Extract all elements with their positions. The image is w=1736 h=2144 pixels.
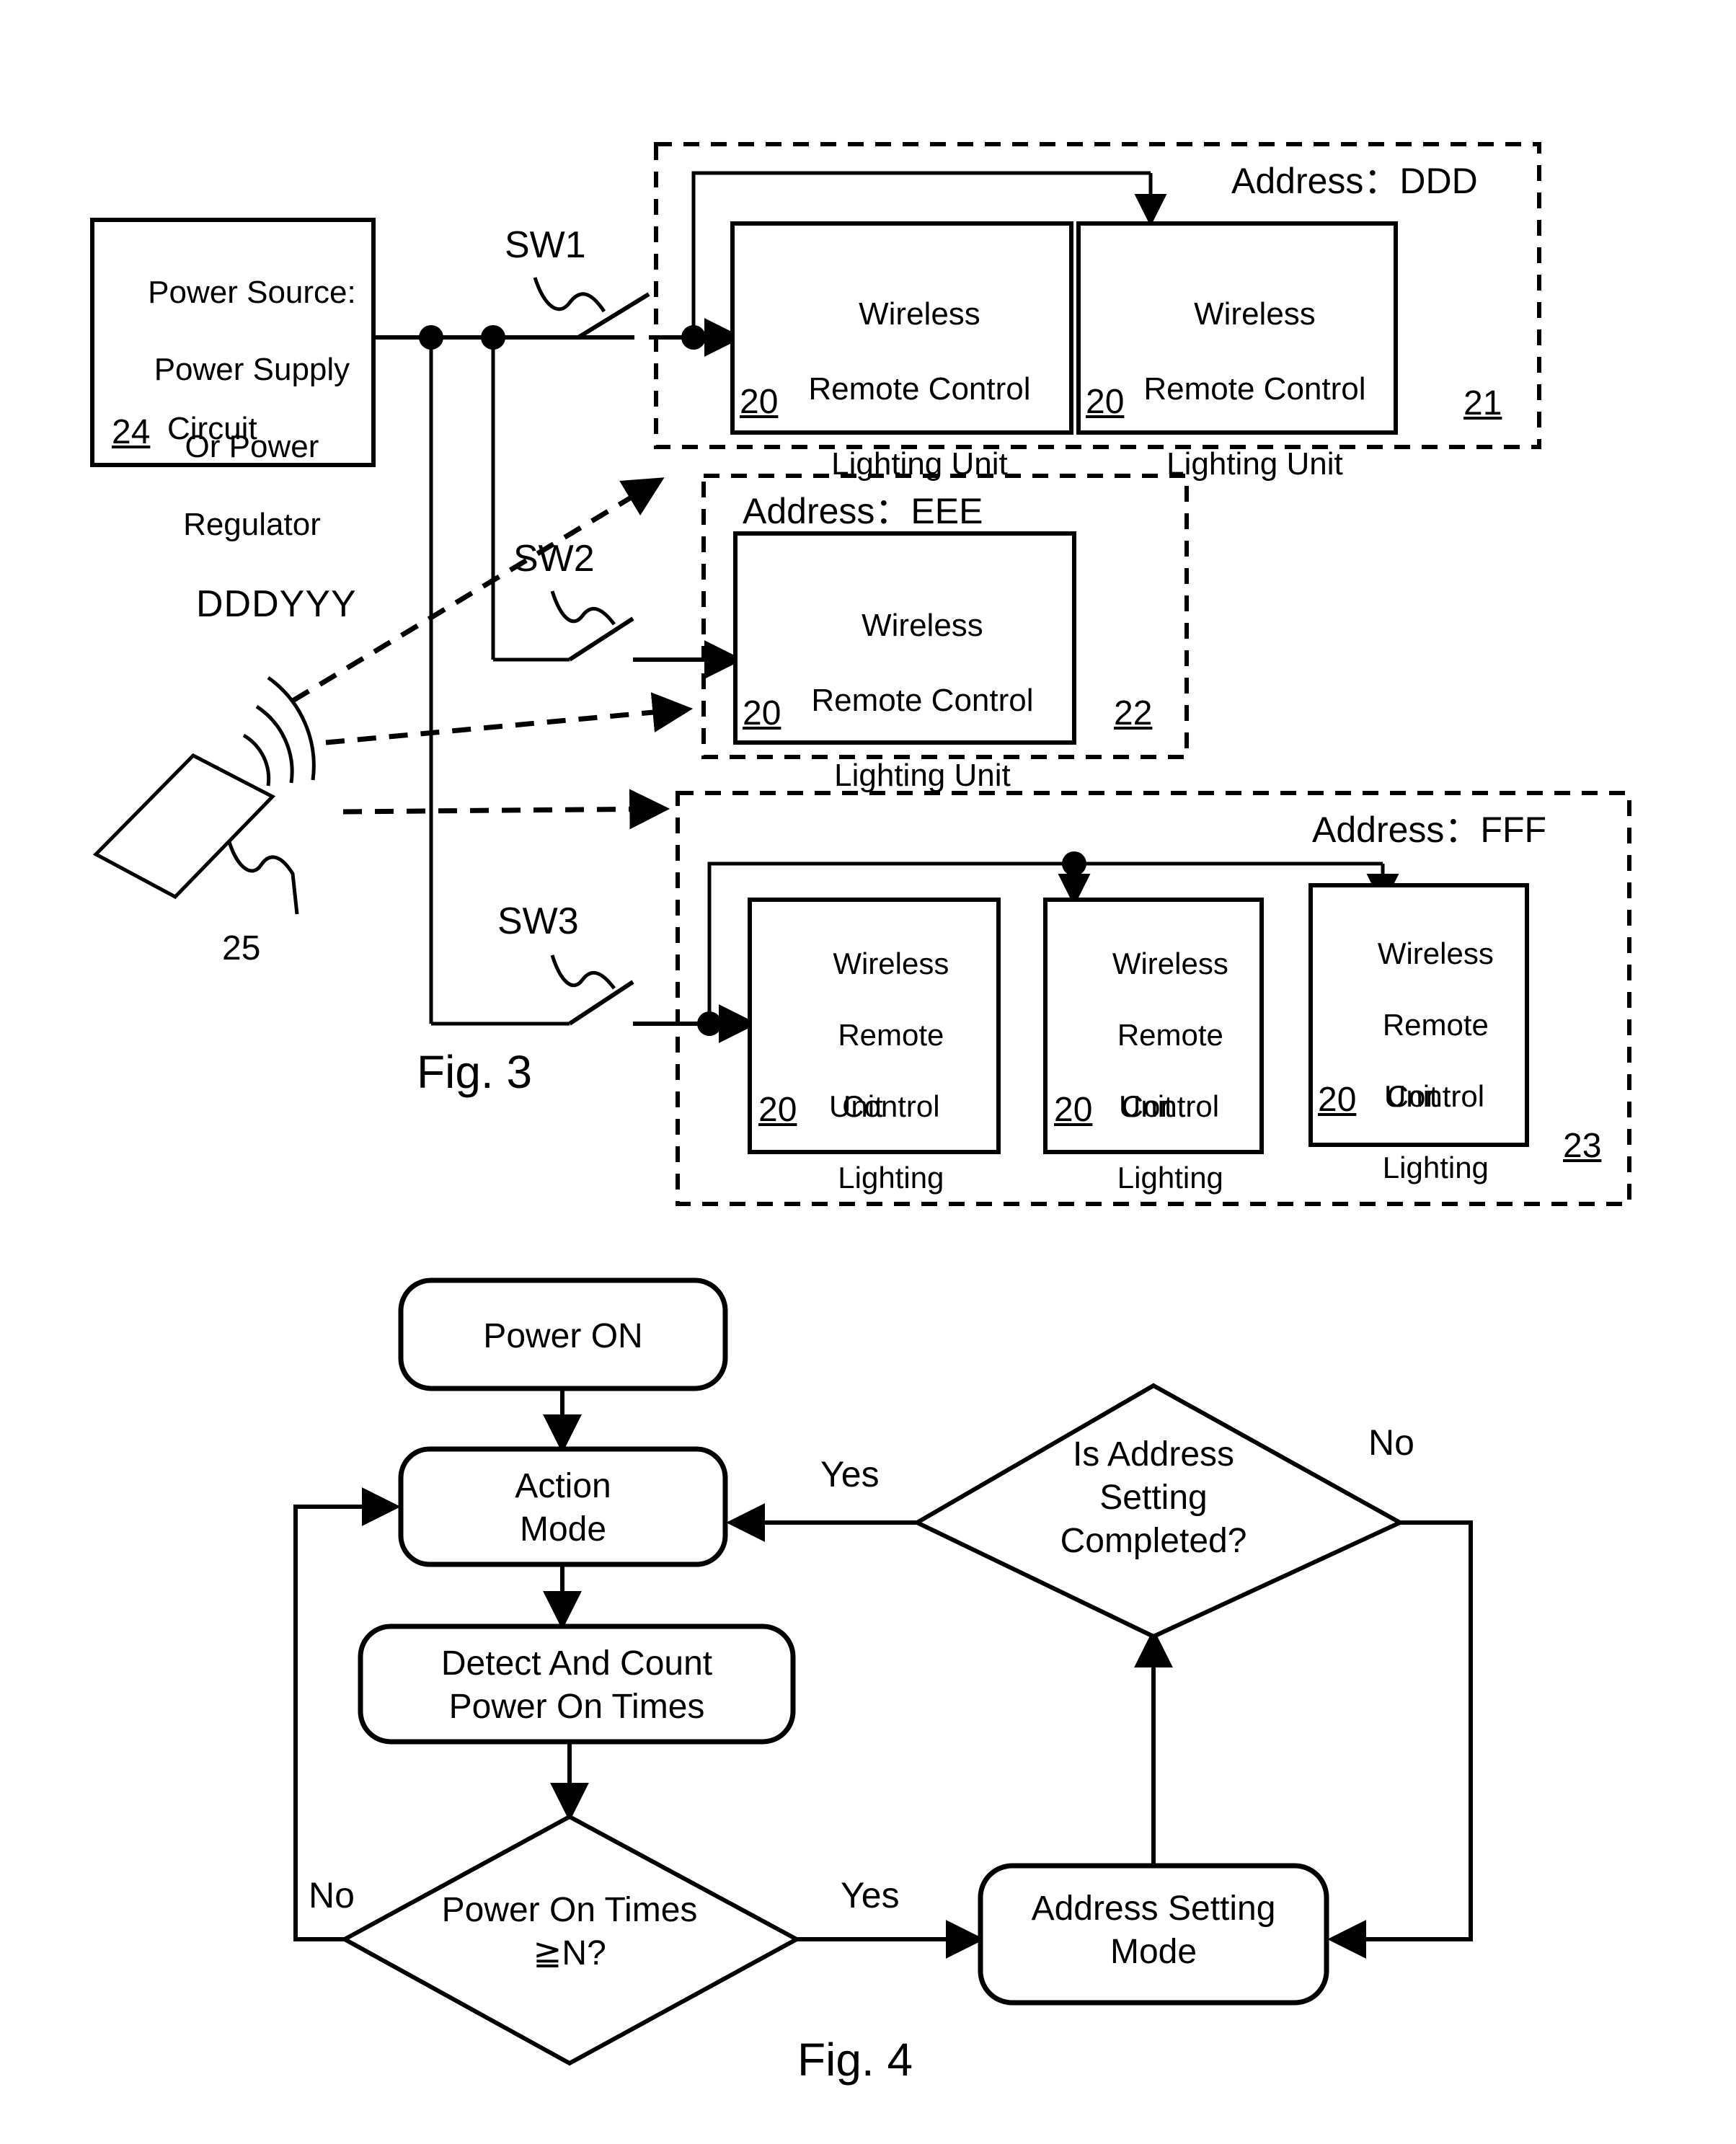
remote-control-body [92, 753, 276, 900]
unit-line-1: Wireless [862, 607, 983, 643]
unit-line-3: Lighting Unit [1166, 446, 1343, 482]
wireless-signal-code: DDDYYY [196, 583, 357, 625]
remote-control-ref: 25 [222, 929, 261, 967]
unit-line-2: Remote [1117, 1017, 1223, 1052]
wireless-signal-arrow [325, 692, 694, 745]
flow-label-address-completed: Is Address Setting Completed? [1060, 1435, 1247, 1560]
lighting-unit-ref: 20 [740, 383, 779, 421]
address-label-fff: Address：FFF [1312, 810, 1547, 850]
power-source-line-5: Circuit [167, 411, 257, 446]
unit-line-4: Lighting [838, 1160, 944, 1195]
unit-line-3: Lighting Unit [831, 446, 1008, 482]
group-ref-22: 22 [1114, 694, 1153, 732]
unit-line-5: Unit [1384, 1079, 1438, 1113]
flow-label-power-on-times: Power On Times ≧N? [441, 1891, 698, 1972]
power-source-ref: 24 [112, 413, 151, 451]
address-label-eee: Address：EEE [743, 491, 983, 531]
switch-label-sw2: SW2 [513, 538, 595, 580]
patent-figure-page: Power Source: Power Supply Or Power Regu… [0, 0, 1736, 2144]
figure-4-caption: Fig. 4 [797, 2034, 913, 2086]
lighting-unit-ref: 20 [1054, 1091, 1093, 1129]
lighting-unit-label: Wireless Remote Control Lighting [1314, 900, 1524, 1221]
group-ref-23: 23 [1563, 1127, 1602, 1165]
figure-3-caption: Fig. 3 [417, 1046, 533, 1098]
power-source-line-2: Power Supply [154, 352, 350, 388]
flow-label-address-setting-mode: Address Setting Mode [1031, 1890, 1276, 1971]
power-source-line-4: Regulator [183, 506, 321, 542]
lighting-unit-ref: 20 [1318, 1081, 1357, 1119]
lighting-unit-ref: 20 [1086, 383, 1125, 421]
lighting-unit-label: Wireless Remote Control Lighting [757, 910, 991, 1231]
lighting-unit-label: Wireless Remote Control Lighting Unit [740, 258, 1064, 520]
unit-line-5: Unit [829, 1089, 883, 1123]
group-ref-21: 21 [1463, 384, 1502, 422]
unit-line-4: Lighting [1382, 1150, 1489, 1184]
unit-line-5: Unit [1119, 1089, 1173, 1123]
wireless-signal-arrow [342, 789, 670, 830]
unit-line-1: Wireless [1194, 296, 1316, 332]
lighting-unit-ref: 20 [743, 694, 781, 732]
edge-label-times-no: No [309, 1875, 355, 1915]
lighting-unit-ref: 20 [758, 1091, 797, 1129]
unit-line-2: Remote Control [808, 371, 1031, 407]
lighting-unit-label: Wireless Remote Control Lighting Unit [743, 570, 1067, 831]
flow-label-power-on: Power ON [483, 1317, 643, 1355]
switch-label-sw1: SW1 [505, 224, 586, 266]
unit-line-1: Wireless [1377, 936, 1494, 970]
unit-line-2: Remote Control [1143, 371, 1366, 407]
unit-line-1: Wireless [1112, 946, 1228, 980]
edge-label-completed-yes: Yes [820, 1454, 880, 1494]
unit-line-1: Wireless [833, 946, 949, 980]
unit-line-4: Lighting [1117, 1160, 1223, 1195]
unit-line-3: Lighting Unit [834, 757, 1011, 793]
unit-line-1: Wireless [859, 296, 980, 332]
flow-label-action-mode: Action Mode [515, 1467, 611, 1549]
edge-label-times-yes: Yes [841, 1875, 900, 1915]
power-source-lines: Power Source: Power Supply Or Power Regu… [108, 234, 360, 582]
edge-label-completed-no: No [1368, 1422, 1414, 1463]
switch-label-sw3: SW3 [497, 900, 579, 942]
address-label-ddd: Address：DDD [1231, 161, 1478, 201]
unit-line-2: Remote [1382, 1007, 1489, 1042]
flow-label-detect-count: Detect And Count Power On Times [440, 1644, 713, 1726]
unit-line-2: Remote Control [811, 682, 1034, 718]
lighting-unit-label: Wireless Remote Control Lighting [1049, 910, 1258, 1231]
unit-line-2: Remote [838, 1017, 944, 1052]
power-source-line-1: Power Source: [148, 274, 356, 310]
lighting-unit-label: Wireless Remote Control Lighting Unit [1086, 258, 1389, 520]
